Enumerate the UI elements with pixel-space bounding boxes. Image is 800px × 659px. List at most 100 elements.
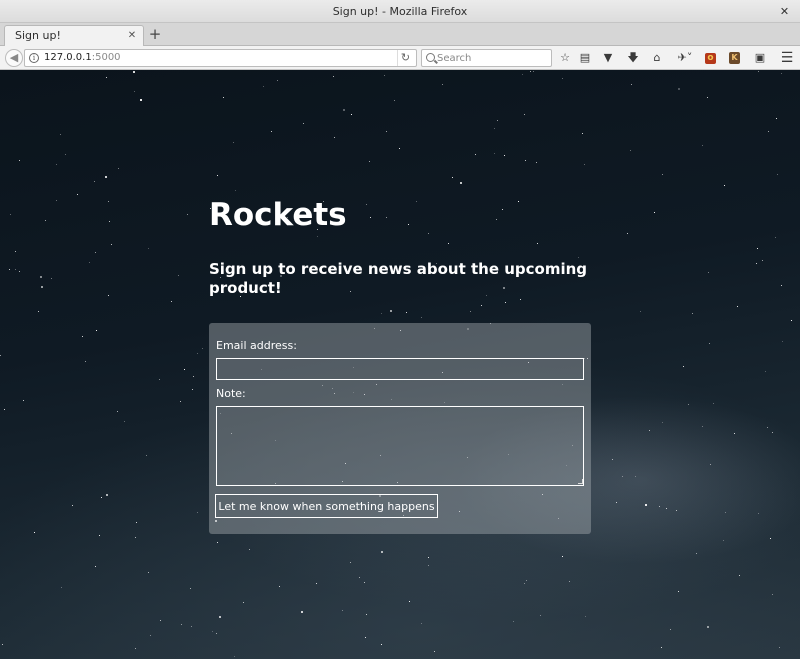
star [631,84,632,85]
star [181,624,182,625]
star [630,150,631,151]
star [197,512,198,513]
star [61,587,62,588]
star [148,248,149,249]
new-tab-icon[interactable]: + [147,25,163,44]
star [41,286,43,288]
star [15,269,16,270]
star [678,591,679,592]
reload-icon[interactable]: ↻ [397,50,413,66]
star [193,376,194,377]
extension-red-icon[interactable]: o [705,53,716,64]
star [470,311,471,312]
star [191,626,192,627]
star [635,476,636,477]
star [381,551,383,553]
search-input[interactable] [437,51,547,65]
search-bar[interactable] [421,49,552,67]
star [582,133,583,134]
nav-toolbar: ◀ i 127.0.0.1:5000 ↻ ☆ ▤ ▼ 🡇 ⌂ ✈˅ o K ▣ … [0,46,800,70]
back-arrow-icon[interactable]: ◀ [5,49,23,67]
bookmark-star-icon[interactable]: ☆ [557,50,573,66]
email-field[interactable] [216,358,584,380]
star [386,217,387,218]
star [662,422,663,423]
star [767,427,768,428]
star [676,510,677,511]
star [243,602,244,603]
star [135,648,136,649]
url-bar[interactable]: i 127.0.0.1:5000 ↻ [24,49,417,67]
resize-grip-icon[interactable] [578,479,583,484]
star [781,285,782,286]
pocket-icon[interactable]: ▼ [600,50,616,66]
star [518,201,519,202]
star [96,330,97,331]
star [421,623,422,624]
extension-brown-icon[interactable]: K [729,52,740,64]
star [661,647,662,648]
star [192,389,193,390]
extension-dropdown-icon[interactable]: ✈˅ [673,50,697,66]
star [622,476,623,477]
star [359,577,360,578]
star [72,505,73,506]
download-icon[interactable]: 🡇 [625,50,641,66]
note-field[interactable] [216,406,584,486]
star [709,343,710,344]
star [202,348,203,349]
star [317,236,318,237]
star [15,251,16,252]
star [645,504,647,506]
star [399,148,400,149]
star [692,313,693,314]
star [184,369,185,370]
submit-button[interactable]: Let me know when something happens [215,494,438,518]
extension-dark-icon[interactable]: ▣ [752,50,768,66]
star [303,123,304,124]
star [533,71,534,72]
star [502,209,503,210]
star [101,497,102,498]
star [364,582,365,583]
star [148,572,149,573]
window-close-icon[interactable]: ✕ [777,4,792,19]
url-text[interactable]: 127.0.0.1:5000 [44,50,121,66]
star [670,629,671,630]
star [212,631,213,632]
star [649,430,650,431]
star [688,404,689,405]
star [133,71,135,73]
star [381,313,382,314]
star [65,154,66,155]
star [724,185,725,186]
tab-close-icon[interactable]: ✕ [126,26,138,45]
star [536,162,537,163]
star [408,224,409,225]
star [45,220,46,221]
star [159,379,160,380]
star [2,644,3,645]
star [537,243,538,244]
page-subtitle: Sign up to receive news about the upcomi… [209,260,588,297]
star [524,114,525,115]
star [713,403,714,404]
star [758,513,759,514]
reading-list-icon[interactable]: ▤ [577,50,593,66]
star [765,371,766,372]
star [106,494,108,496]
star [791,320,792,321]
menu-hamburger-icon[interactable]: ☰ [779,50,795,66]
star [95,566,96,567]
info-icon[interactable]: i [29,53,39,63]
star [343,109,345,111]
tab-sign-up[interactable]: Sign up! ✕ [4,25,144,46]
star [95,252,96,253]
home-icon[interactable]: ⌂ [649,50,665,66]
star [708,272,709,273]
star [569,581,570,582]
star [627,233,628,234]
star [666,508,667,509]
star [616,502,617,503]
star [526,580,527,581]
